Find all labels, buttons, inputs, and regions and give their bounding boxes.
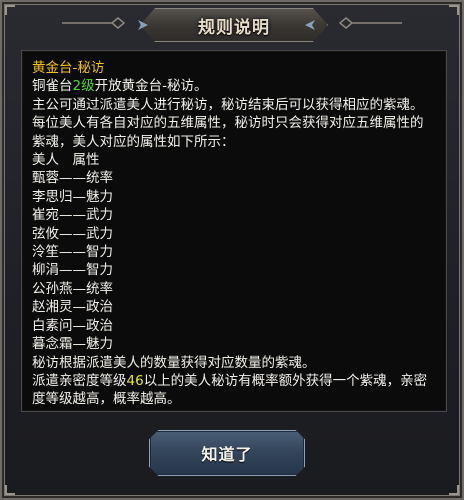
rules-intro: 铜雀台2级开放黄金台-秘访。	[32, 77, 436, 95]
dialog-title: 规则说明	[198, 17, 270, 38]
button-ornament-left-icon	[138, 20, 148, 30]
intro-prefix: 铜雀台	[32, 78, 73, 95]
rules-scroll-area[interactable]: 黄金台-秘访 铜雀台2级开放黄金台-秘访。 主公可通过派遣美人进行秘访，秘访结束…	[32, 59, 436, 411]
beauty-attribute-row: 赵湘灵—政治	[32, 299, 113, 316]
beauty-attribute-row: 白素问—政治	[32, 317, 113, 334]
rules-paragraph-1: 主公可通过派遣美人进行秘访，秘访结束后可以获得相应的紫魂。	[32, 96, 424, 113]
rules-heading: 黄金台-秘访	[32, 60, 105, 76]
intro-suffix: 开放黄金台-秘访。	[94, 78, 208, 95]
beauty-attribute-row: 柳涓——智力	[32, 262, 113, 279]
acknowledge-button-label: 知道了	[201, 445, 253, 464]
rules-paragraph-4: 派遣亲密度等级46以上的美人秘访有概率额外获得一个紫魂，亲密度等级越高，概率越高…	[32, 372, 436, 409]
rules-paragraph-3: 秘访根据派遣美人的数量获得对应数量的紫魂。	[32, 354, 316, 371]
rules-paragraph-2: 每位美人有各自对应的五维属性，秘访时只会获得对应五维属性的紫魂，美人对应的属性如…	[32, 115, 424, 150]
beauty-table-header: 美人 属性	[32, 152, 100, 169]
beauty-attribute-row: 暮念霜—魅力	[32, 336, 113, 353]
beauty-attribute-row: 崔宛——武力	[32, 207, 113, 224]
beauty-attribute-row: 公孙燕—统率	[32, 280, 113, 297]
beauty-attribute-row: 泠笙——智力	[32, 244, 113, 261]
intro-level-highlight: 2级	[72, 78, 95, 95]
acknowledge-button[interactable]: 知道了	[149, 430, 305, 476]
dialog-title-bar: 规则说明	[140, 8, 328, 42]
rules-dialog: 规则说明 黄金台-秘访 铜雀台2级开放黄金台-秘访。 主公可通过派遣美人进行秘访…	[0, 0, 464, 500]
rules-content-panel[interactable]: 黄金台-秘访 铜雀台2级开放黄金台-秘访。 主公可通过派遣美人进行秘访，秘访结束…	[21, 50, 447, 412]
corner-ornament	[5, 485, 15, 495]
title-ornament-left-icon	[62, 17, 126, 29]
corner-ornament	[449, 485, 459, 495]
intimacy-level-highlight: 46	[126, 372, 144, 389]
corner-ornament	[449, 5, 459, 15]
beauty-attribute-row: 弦攸——武力	[32, 225, 113, 242]
beauty-attribute-row: 甄蓉——统率	[32, 170, 113, 187]
corner-ornament	[5, 5, 15, 15]
para4-prefix: 派遣亲密度等级	[32, 372, 127, 389]
title-ornament-right-icon	[338, 17, 402, 29]
beauty-attribute-row: 李思归—魅力	[32, 188, 113, 205]
button-ornament-right-icon	[305, 20, 315, 30]
